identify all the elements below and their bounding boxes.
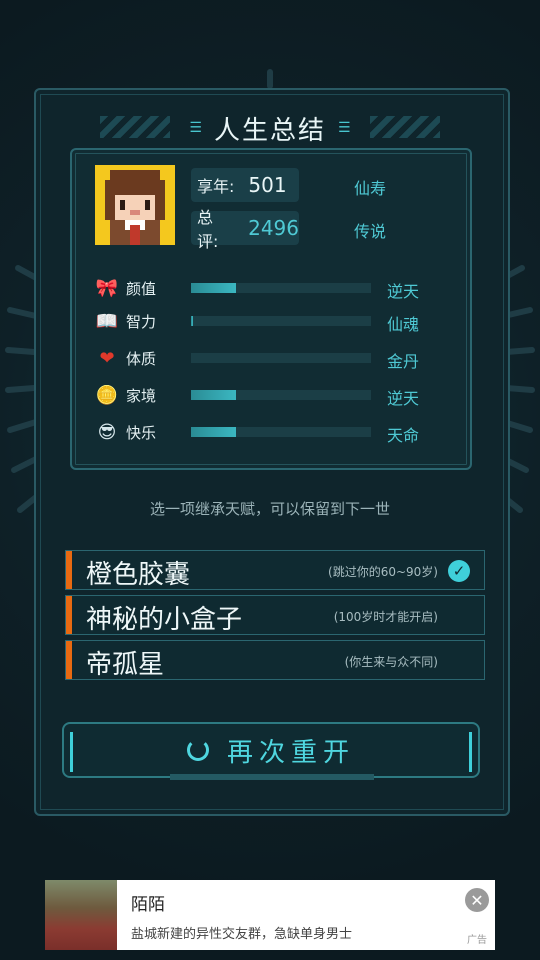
score-value: 2496 (248, 216, 299, 240)
page-title: 人生总结 (213, 115, 326, 146)
attribute-grade: 天命 (387, 426, 420, 445)
age-value: 501 (248, 173, 287, 197)
attribute-name: 家境 (126, 386, 157, 405)
coin-icon: 🪙 (95, 384, 119, 406)
bow-icon: 🎀 (95, 277, 119, 299)
ad-banner[interactable]: 陌陌 盐城新建的异性交友群，急缺单身男士 ✕ 广告 (45, 880, 495, 950)
title-stripe-right (370, 116, 440, 138)
talent-desc: (100岁时才能开启) (333, 610, 438, 624)
ad-title: 陌陌 (131, 895, 165, 915)
avatar (95, 165, 175, 245)
title-deco-right: ☰ (338, 120, 351, 136)
attribute-bar-constitution (191, 353, 371, 363)
talent-name: 帝孤星 (86, 650, 165, 680)
attribute-grade: 金丹 (387, 352, 420, 371)
restart-button[interactable]: 再次重开 (62, 722, 480, 778)
title-deco-left: ☰ (189, 120, 202, 136)
attribute-grade: 仙魂 (387, 315, 420, 334)
sunglasses-face-icon: 😎 (97, 421, 117, 443)
attribute-bar-happiness (191, 427, 371, 437)
ad-description: 盐城新建的异性交友群，急缺单身男士 (131, 927, 353, 942)
attribute-bar-appearance (191, 283, 371, 293)
talent-option-3[interactable]: 帝孤星 (你生来与众不同) (65, 640, 485, 680)
score-grade: 传说 (354, 222, 387, 241)
attribute-grade: 逆天 (387, 282, 420, 301)
heart-icon: ❤ (99, 347, 115, 369)
score-pill: 总评: 2496 (191, 208, 299, 251)
close-icon[interactable]: ✕ (465, 888, 489, 912)
inherit-hint: 选一项继承天赋，可以保留到下一世 (149, 500, 390, 518)
check-icon: ✓ (448, 560, 470, 582)
talent-name: 橙色胶囊 (86, 560, 191, 590)
pixel-character-icon (105, 170, 165, 245)
attribute-name: 体质 (126, 349, 157, 368)
talent-name: 神秘的小盒子 (86, 605, 243, 635)
attribute-name: 快乐 (126, 423, 157, 442)
restart-label: 再次重开 (226, 737, 355, 768)
attribute-bar-family (191, 390, 371, 400)
attribute-grade: 逆天 (387, 389, 420, 408)
age-pill: 享年: 501 (191, 168, 299, 202)
refresh-icon (186, 739, 209, 761)
talent-desc: (你生来与众不同) (344, 655, 438, 669)
attribute-name: 智力 (126, 312, 157, 331)
title-bar: ☰ 人生总结 ☰ (100, 106, 440, 150)
attribute-bar-intelligence (191, 316, 371, 326)
age-label: 享年: (197, 177, 235, 196)
talent-option-2[interactable]: 神秘的小盒子 (100岁时才能开启) (65, 595, 485, 635)
score-label: 总评: (197, 208, 219, 251)
talent-option-1[interactable]: 橙色胶囊 (跳过你的60~90岁) ✓ (65, 550, 485, 590)
age-grade: 仙寿 (354, 179, 387, 198)
attribute-name: 颜值 (126, 279, 157, 298)
title-stripe-left (100, 116, 170, 138)
ad-tag: 广告 (467, 935, 487, 946)
talent-desc: (跳过你的60~90岁) (328, 565, 438, 579)
restart-button-underline (170, 774, 374, 780)
ad-image (45, 880, 117, 950)
book-icon: 📖 (95, 310, 119, 332)
